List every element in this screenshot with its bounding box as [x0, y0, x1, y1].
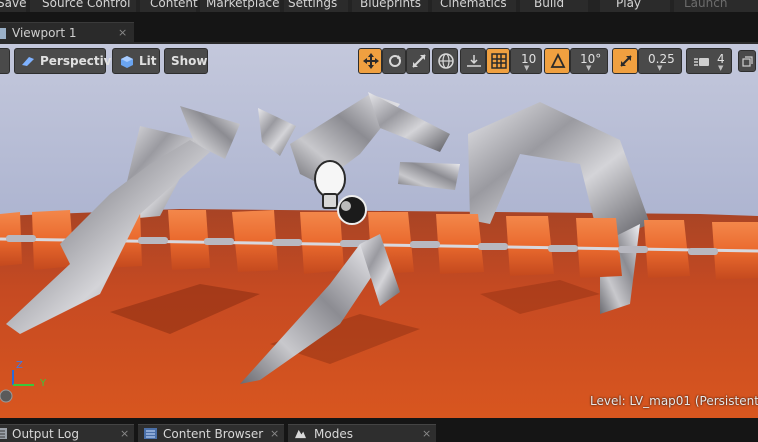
- surface-snap-button[interactable]: [460, 48, 486, 74]
- settings-label: Settings: [288, 0, 338, 10]
- world-local-button[interactable]: [432, 48, 458, 74]
- maximize-viewport-button[interactable]: [738, 50, 756, 72]
- source-control-button[interactable]: Source Control: [30, 0, 136, 12]
- surface-snap-icon: [467, 55, 481, 67]
- scale-snap-value[interactable]: 0.25 ▼: [638, 48, 682, 74]
- content-label: Content: [150, 0, 198, 10]
- axis-z-label: Z: [16, 360, 23, 371]
- move-icon: [363, 53, 379, 69]
- show-label: Show: [171, 54, 208, 68]
- perspective-icon: [22, 57, 34, 66]
- restore-icon: [742, 56, 753, 67]
- main-toolbar: Save Source Control Content Marketplace …: [0, 0, 758, 12]
- grid-snap-toggle[interactable]: [486, 48, 510, 74]
- grid-snap-value[interactable]: 10 ▼: [510, 48, 542, 74]
- perspective-label: Perspective: [40, 54, 120, 68]
- output-log-icon: [0, 428, 7, 439]
- tab-content-browser-label: Content Browser: [163, 427, 264, 441]
- scale-snap-icon: [620, 55, 632, 67]
- viewport-options-button[interactable]: [0, 48, 10, 74]
- level-viewport[interactable]: Z Y Perspective Lit Show 10 ▼ 10° ▼ 0.25…: [0, 44, 758, 418]
- close-icon[interactable]: ×: [422, 427, 431, 440]
- marketplace-label: Marketplace: [206, 0, 280, 10]
- close-icon[interactable]: ×: [270, 427, 279, 440]
- tab-output-log[interactable]: Output Log ×: [0, 424, 134, 442]
- scale-tool-button[interactable]: [406, 48, 430, 74]
- tab-content-browser[interactable]: Content Browser ×: [138, 424, 284, 442]
- tab-output-log-label: Output Log: [12, 427, 79, 441]
- build-button[interactable]: Build: [520, 0, 588, 12]
- lit-button[interactable]: Lit: [112, 48, 160, 74]
- scale-snap-toggle[interactable]: [612, 48, 638, 74]
- camera-speed-button[interactable]: 4 ▼: [686, 48, 732, 74]
- camera-speed-icon: [694, 58, 709, 66]
- tab-viewport-1[interactable]: Viewport 1 ×: [0, 22, 134, 44]
- chevron-down-icon: ▼: [718, 64, 724, 72]
- close-icon[interactable]: ×: [118, 26, 127, 39]
- viewport-icon: [0, 28, 6, 39]
- content-button[interactable]: Content: [140, 0, 198, 12]
- cinematics-label: Cinematics: [440, 0, 507, 10]
- content-browser-icon: [144, 428, 157, 439]
- rotation-snap-value[interactable]: 10° ▼: [570, 48, 608, 74]
- chevron-down-icon: ▼: [657, 64, 663, 72]
- tab-modes[interactable]: Modes ×: [288, 424, 436, 442]
- grid-icon: [491, 53, 507, 69]
- tab-strip: Viewport 1 ×: [0, 12, 758, 44]
- rotate-tool-button[interactable]: [382, 48, 406, 74]
- axis-y-label: Y: [40, 378, 47, 389]
- level-prefix: Level:: [590, 394, 626, 408]
- lit-label: Lit: [139, 54, 157, 68]
- save-label: Save: [0, 0, 27, 10]
- tab-modes-label: Modes: [314, 427, 353, 441]
- modes-icon: [295, 429, 306, 439]
- cinematics-button[interactable]: Cinematics: [432, 0, 516, 12]
- bottom-panel-tabs: Output Log × Content Browser × Modes ×: [0, 418, 758, 442]
- launch-label: Launch: [684, 0, 728, 10]
- save-button[interactable]: Save: [0, 0, 26, 12]
- blueprints-button[interactable]: Blueprints: [352, 0, 428, 12]
- build-label: Build: [534, 0, 565, 10]
- rotation-snap-toggle[interactable]: [544, 48, 570, 74]
- play-button[interactable]: Play: [600, 0, 670, 12]
- blueprints-label: Blueprints: [360, 0, 422, 10]
- translate-tool-button[interactable]: [358, 48, 382, 74]
- chevron-down-icon: ▼: [586, 64, 592, 72]
- perspective-button[interactable]: Perspective: [14, 48, 120, 74]
- marketplace-button[interactable]: Marketplace: [200, 0, 280, 12]
- level-name: LV_map01 (Persistent): [629, 394, 758, 408]
- source-control-label: Source Control: [42, 0, 131, 10]
- show-button[interactable]: Show: [164, 48, 208, 74]
- cube-icon: [121, 56, 133, 68]
- tab-viewport-1-label: Viewport 1: [12, 26, 77, 40]
- angle-icon: [550, 53, 566, 68]
- launch-button[interactable]: Launch: [674, 0, 758, 12]
- viewport-scene: [0, 44, 758, 418]
- globe-icon: [438, 53, 454, 69]
- rotate-icon: [389, 55, 401, 67]
- level-indicator: Level: LV_map01 (Persistent): [590, 394, 758, 408]
- close-icon[interactable]: ×: [120, 427, 129, 440]
- play-label: Play: [616, 0, 642, 10]
- scale-icon: [412, 54, 426, 68]
- chevron-down-icon: ▼: [524, 64, 530, 72]
- settings-button[interactable]: Settings: [284, 0, 348, 12]
